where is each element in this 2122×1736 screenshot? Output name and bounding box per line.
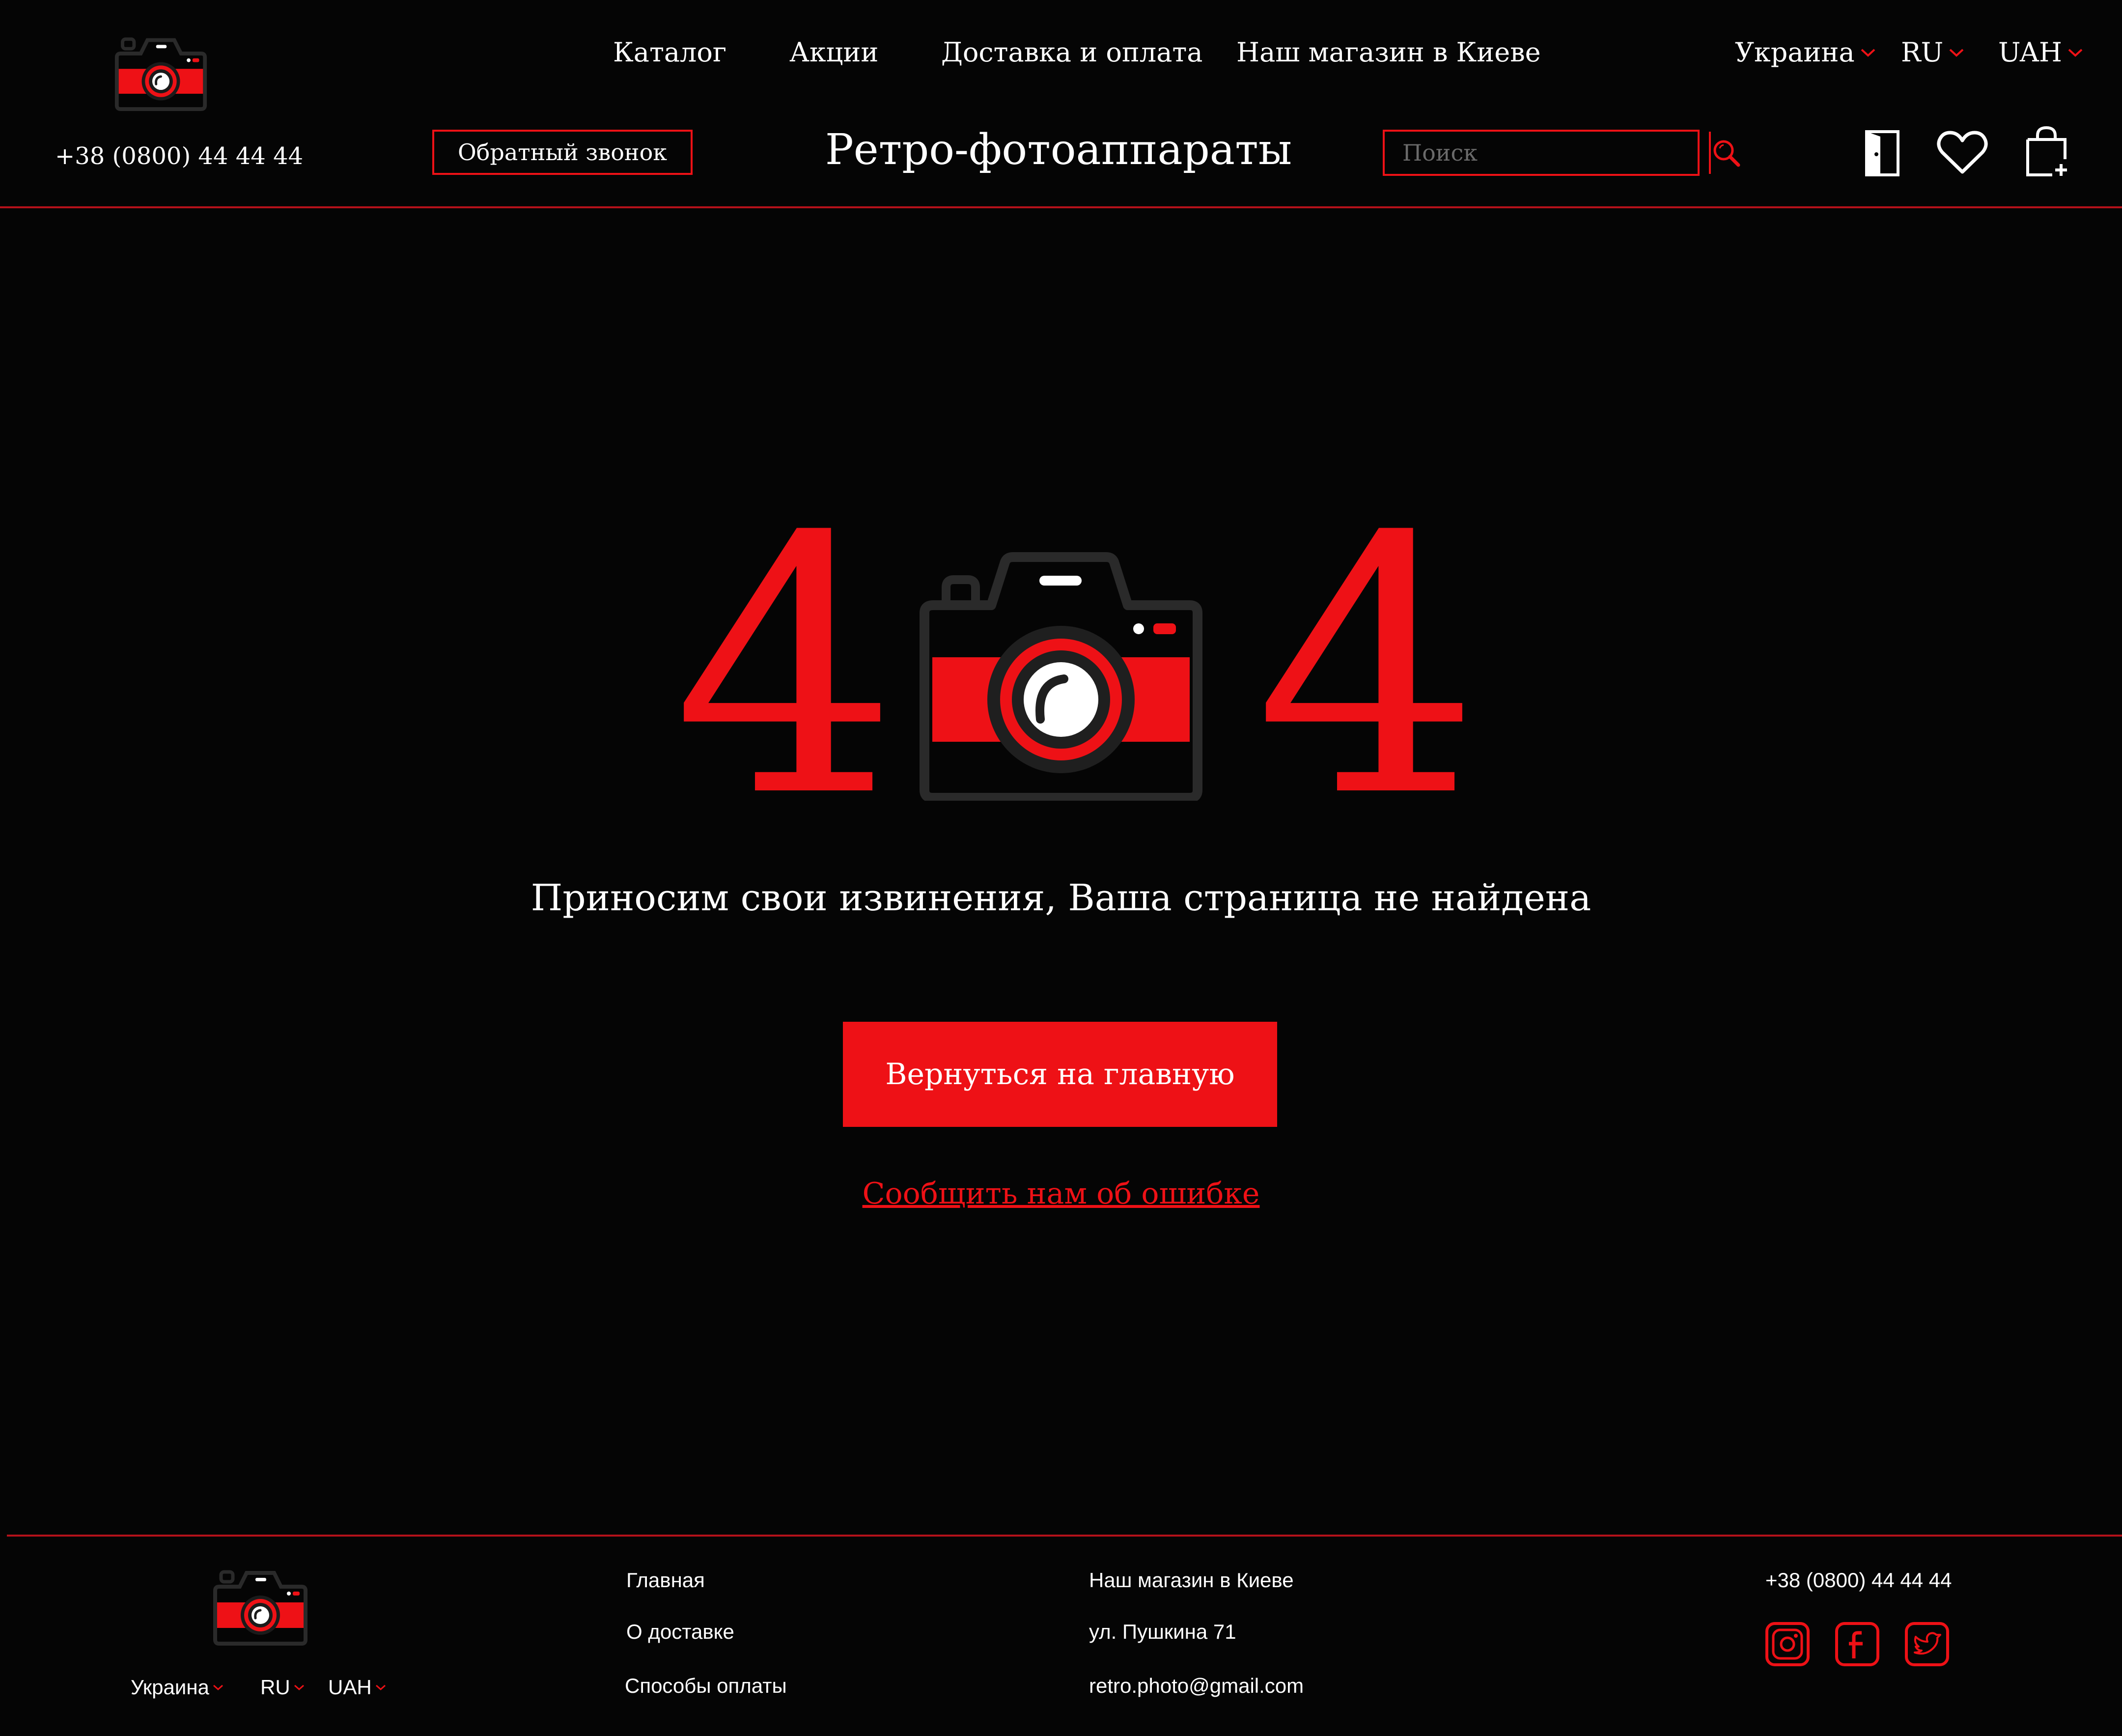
footer-address: ул. Пушкина 71 <box>1089 1620 1236 1643</box>
chevron-down-icon <box>213 1684 223 1691</box>
language-label: RU <box>1901 37 1944 68</box>
chevron-down-icon <box>375 1684 386 1691</box>
back-home-label: Вернуться на главную <box>885 1057 1235 1092</box>
header-phone[interactable]: +38 (0800) 44 44 44 <box>55 142 303 170</box>
twitter-link[interactable] <box>1904 1621 1950 1667</box>
error-camera <box>919 550 1203 801</box>
footer-link-payment[interactable]: Способы оплаты <box>625 1674 787 1698</box>
instagram-link[interactable] <box>1764 1621 1811 1667</box>
footer-divider <box>7 1535 2122 1537</box>
footer-country-select[interactable]: Украина <box>131 1676 224 1699</box>
error-message: Приносим свои извинения, Ваша страница н… <box>530 877 1592 919</box>
wishlist-button[interactable] <box>1935 129 1989 176</box>
cart-button[interactable] <box>2024 125 2071 179</box>
login-button[interactable] <box>1864 129 1901 178</box>
error-digit-left: 4 <box>673 462 898 874</box>
footer-store-link[interactable]: Наш магазин в Киеве <box>1089 1568 1294 1592</box>
nav-promotions[interactable]: Акции <box>789 37 878 68</box>
camera-icon <box>920 552 1202 801</box>
twitter-icon <box>1905 1622 1949 1666</box>
footer-currency-label: UAH <box>328 1676 372 1699</box>
back-home-button[interactable]: Вернуться на главную <box>843 1022 1277 1127</box>
callback-label: Обратный звонок <box>457 139 668 166</box>
callback-button[interactable]: Обратный звонок <box>432 130 693 175</box>
footer-link-delivery[interactable]: О доставке <box>626 1620 734 1644</box>
currency-label: UAH <box>1998 37 2062 68</box>
report-error-link[interactable]: Сообщить нам об ошибке <box>0 1176 2122 1211</box>
footer-language-label: RU <box>260 1676 290 1699</box>
door-icon <box>1865 130 1899 176</box>
header-divider <box>0 206 2122 208</box>
error-digit-right: 4 <box>1255 462 1480 874</box>
country-label: Украина <box>1735 37 1855 68</box>
footer-phone[interactable]: +38 (0800) 44 44 44 <box>1765 1568 1952 1592</box>
facebook-link[interactable] <box>1834 1621 1880 1667</box>
site-title: Ретро-фотоаппараты <box>825 125 1292 174</box>
footer-country-label: Украина <box>131 1676 209 1699</box>
footer-logo[interactable] <box>211 1565 309 1646</box>
chevron-down-icon <box>2068 49 2083 57</box>
chevron-down-icon <box>294 1684 304 1691</box>
camera-logo-icon <box>114 37 207 111</box>
search-input[interactable] <box>1385 132 1709 174</box>
nav-catalog[interactable]: Каталог <box>613 37 726 68</box>
footer-currency-select[interactable]: UAH <box>328 1676 387 1699</box>
instagram-icon <box>1765 1622 1810 1666</box>
language-select[interactable]: RU <box>1901 37 1965 68</box>
heart-icon <box>1937 131 1988 174</box>
currency-select[interactable]: UAH <box>1998 37 2084 68</box>
facebook-icon <box>1835 1622 1879 1666</box>
search-icon <box>1713 140 1740 167</box>
footer-language-select[interactable]: RU <box>260 1676 305 1699</box>
camera-logo-icon <box>213 1570 307 1646</box>
chevron-down-icon <box>1861 49 1875 57</box>
chevron-down-icon <box>1949 49 1964 57</box>
nav-delivery[interactable]: Доставка и оплата <box>941 37 1202 68</box>
search-button[interactable] <box>1709 132 1741 174</box>
search-box <box>1383 130 1740 176</box>
footer-link-home[interactable]: Главная <box>626 1568 705 1592</box>
country-select[interactable]: Украина <box>1735 37 1876 68</box>
nav-kyiv-store[interactable]: Наш магазин в Киеве <box>1236 37 1541 68</box>
header-logo[interactable] <box>113 32 209 111</box>
footer-email[interactable]: retro.photo@gmail.com <box>1089 1674 1304 1698</box>
shopping-bag-icon <box>2026 126 2067 176</box>
